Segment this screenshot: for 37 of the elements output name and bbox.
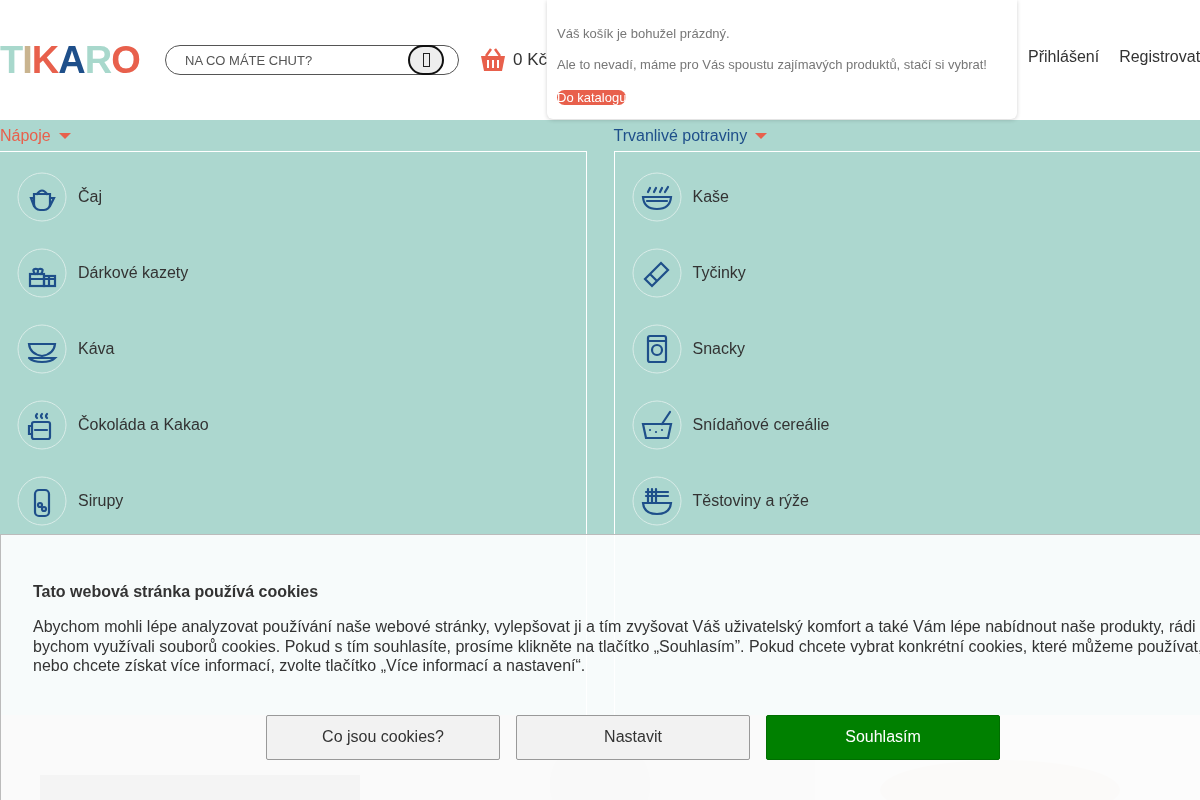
- package-icon: [631, 324, 682, 374]
- mug-icon: [17, 400, 67, 450]
- noodles-icon: [631, 476, 682, 526]
- cart-total[interactable]: 0 Kč: [513, 50, 548, 70]
- square-icon: [422, 53, 430, 67]
- account-link[interactable]: Přihlášení: [1028, 48, 1100, 66]
- menu-item[interactable]: Čokoláda a Kakao: [17, 400, 217, 450]
- search-field[interactable]: NA CO MÁTE CHUT?: [183, 51, 408, 69]
- menu-item[interactable]: Káva: [17, 324, 123, 374]
- menu-item[interactable]: Snacky: [631, 324, 753, 374]
- cookie-title: Tato webová stránka používá cookies: [33, 583, 320, 601]
- menu-item[interactable]: Čaj: [17, 172, 110, 222]
- account-link[interactable]: Registrovat: [1119, 48, 1200, 66]
- cup-icon: [17, 324, 67, 374]
- caret-icon: [58, 131, 71, 140]
- bottle-icon: [17, 476, 67, 526]
- bar-icon: [631, 248, 682, 298]
- cookie-button[interactable]: Co jsou cookies?: [266, 714, 500, 760]
- logo[interactable]: TIKARO: [0, 40, 150, 80]
- search-button[interactable]: [408, 45, 444, 75]
- menu-item[interactable]: Tyčinky: [631, 248, 754, 298]
- cereal-bowl-icon: [631, 400, 682, 450]
- basket-icon[interactable]: [479, 47, 507, 73]
- popup-text: Váš košík je bohužel prázdný.: [557, 26, 731, 41]
- menu-item[interactable]: Těstoviny a rýže: [631, 476, 817, 526]
- caret-icon: [755, 131, 768, 140]
- category-title[interactable]: Trvanlivé potraviny: [613, 120, 768, 151]
- teapot-icon: [17, 172, 67, 222]
- gift-box-icon: [17, 248, 67, 298]
- menu-item[interactable]: Kaše: [631, 172, 737, 222]
- bowl-icon: [631, 172, 682, 222]
- menu-item[interactable]: Dárkové kazety: [17, 248, 197, 298]
- menu-item[interactable]: Snídaňové cereálie: [631, 400, 838, 450]
- popup-text: Ale to nevadí, máme pro Vás spoustu zajímavých produktů, stačí si vybrat!: [557, 57, 988, 72]
- cookie-button[interactable]: Nastavit: [516, 714, 750, 760]
- menu-item[interactable]: Sirupy: [17, 476, 132, 526]
- cookie-button[interactable]: Souhlasím: [766, 714, 1000, 760]
